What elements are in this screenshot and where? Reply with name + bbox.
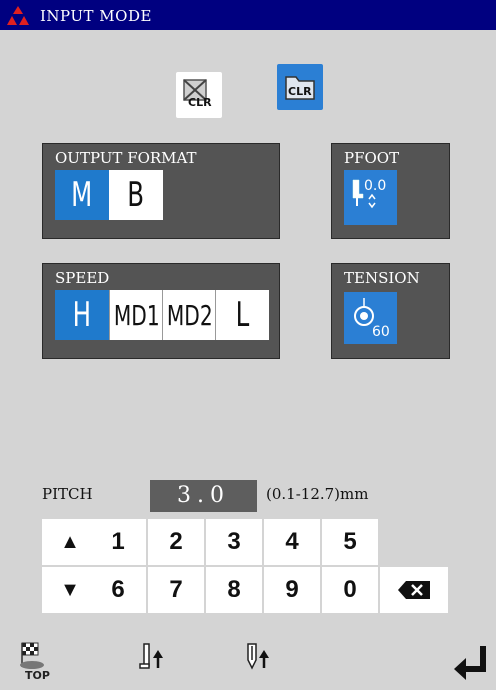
brand-logo-icon [7,6,29,25]
format-option-b[interactable]: B [109,170,163,220]
speed-panel: SPEED H MD1 MD2 L [42,263,280,359]
svg-text:CLR: CLR [188,96,212,109]
format-option-m[interactable]: M [55,170,109,220]
presser-up-button[interactable] [240,638,280,678]
pitch-range: (0.1-12.7)mm [266,485,369,503]
enter-button[interactable] [450,640,490,680]
pfoot-panel: PFOOT 0.0 [331,143,450,239]
presser-up-icon [247,643,269,670]
tension-title: TENSION [344,269,420,287]
thread-tension-icon: 60 [354,298,390,340]
pitch-label: PITCH [42,485,93,503]
top-flag-icon: TOP [20,642,50,682]
title-bar: INPUT MODE [0,0,496,30]
needle-up-button[interactable] [134,638,174,678]
speed-option-md1[interactable]: MD1 [109,290,163,340]
pitch-value-field[interactable]: 3.0 [150,480,257,512]
up-arrow-icon: ▲ [60,530,80,553]
key-7[interactable]: 7 [148,567,204,613]
svg-text:CLR: CLR [288,85,312,98]
clear-disabled-button[interactable]: CLR [176,72,222,118]
top-button[interactable]: TOP [16,637,52,683]
down-arrow-icon: ▼ [60,578,80,601]
key-2[interactable]: 2 [148,519,204,565]
output-format-panel: OUTPUT FORMAT M B [42,143,280,239]
svg-text:60: 60 [372,324,390,340]
svg-text:0.0: 0.0 [364,178,386,194]
key-0[interactable]: 0 [322,567,378,613]
key-4[interactable]: 4 [264,519,320,565]
key-6[interactable]: 6 [90,567,146,613]
key-3[interactable]: 3 [206,519,262,565]
pfoot-button[interactable]: 0.0 [344,170,397,225]
key-backspace[interactable] [380,567,448,613]
backspace-icon [398,581,430,599]
speed-option-l[interactable]: L [215,290,269,340]
clear-disabled-icon: CLR [183,79,212,109]
speed-option-md2[interactable]: MD2 [162,290,216,340]
output-format-title: OUTPUT FORMAT [55,149,197,167]
presser-foot-icon: 0.0 [352,178,386,209]
key-8[interactable]: 8 [206,567,262,613]
window-title: INPUT MODE [40,7,152,25]
tension-panel: TENSION 60 [331,263,450,359]
key-9[interactable]: 9 [264,567,320,613]
tension-button[interactable]: 60 [344,292,397,344]
svg-text:TOP: TOP [25,669,50,682]
clear-folder-button[interactable]: CLR [277,64,323,110]
folder-icon: CLR [285,76,315,100]
enter-icon [454,646,486,680]
key-5[interactable]: 5 [322,519,378,565]
pfoot-title: PFOOT [344,149,400,167]
key-1[interactable]: 1 [90,519,146,565]
needle-up-icon [139,643,163,669]
speed-title: SPEED [55,269,110,287]
speed-option-h[interactable]: H [55,290,109,340]
